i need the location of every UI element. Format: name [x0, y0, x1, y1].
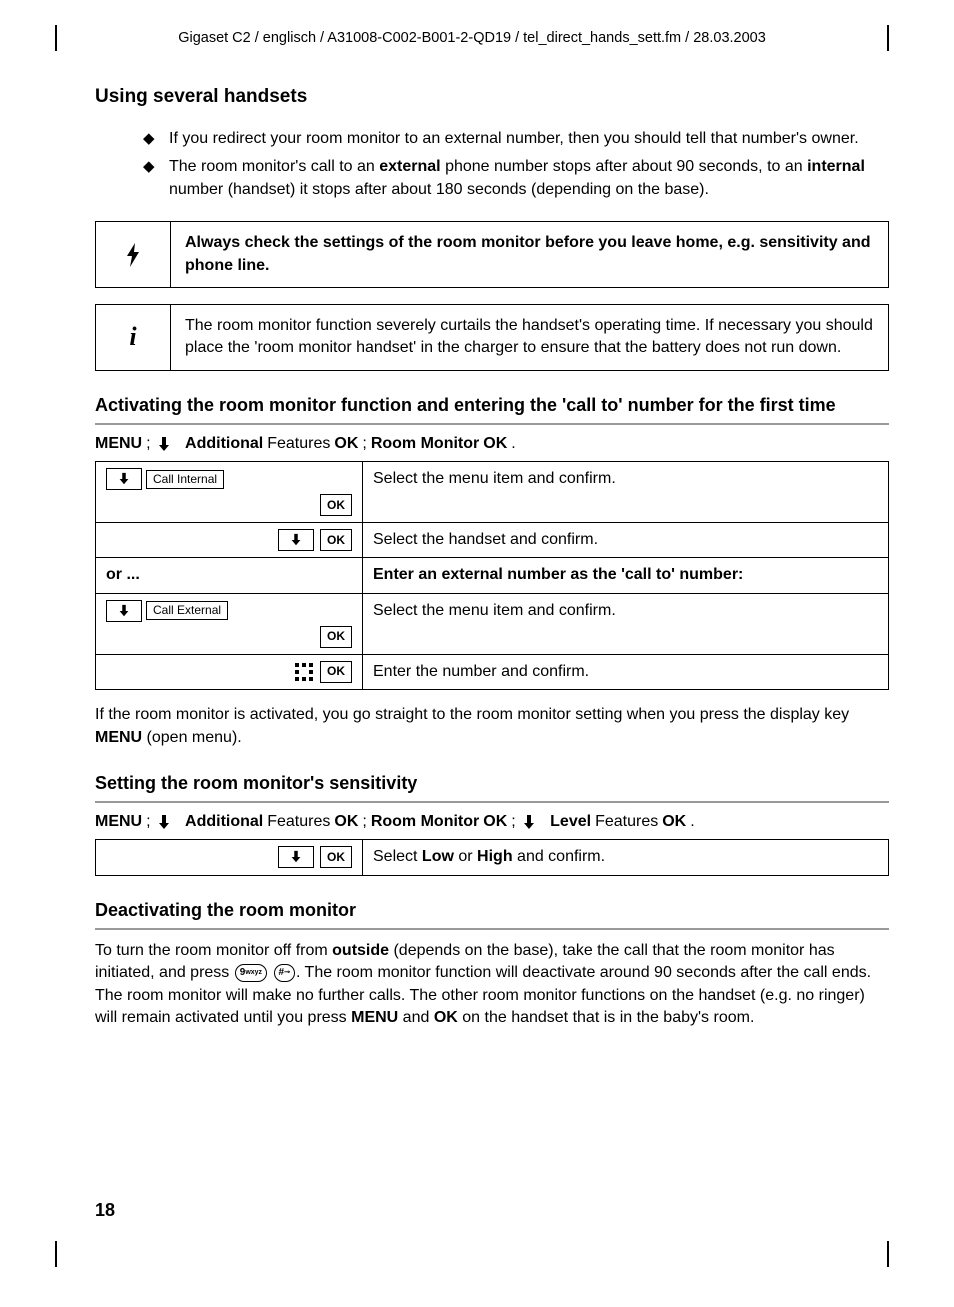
down-arrow-icon [157, 436, 171, 452]
or-label: or ... [96, 558, 363, 593]
divider [95, 423, 889, 425]
divider [95, 928, 889, 930]
keypad-icon [294, 662, 314, 682]
menu-path: MENU; Additional Features OK; Room Monit… [95, 813, 889, 831]
bullet-marker-icon: ◆ [143, 128, 169, 150]
down-key-icon [106, 468, 142, 490]
document-header: Gigaset C2 / englisch / A31008-C002-B001… [95, 30, 849, 46]
ok-key: OK [320, 626, 352, 648]
bullet-text: If you redirect your room monitor to an … [169, 128, 889, 150]
ok-key: OK [320, 494, 352, 516]
key-9-icon: 9wxyz [235, 964, 267, 982]
paragraph: If the room monitor is activated, you go… [95, 704, 889, 749]
instruction-text: Select the menu item and confirm. [363, 462, 889, 523]
subsection-heading: Deactivating the room monitor [95, 898, 889, 922]
info-box: i The room monitor function severely cur… [95, 304, 889, 371]
key-hash-icon: #⊸ [274, 964, 295, 982]
bullet-marker-icon: ◆ [143, 156, 169, 201]
procedure-table: Call Internal OK Select the menu item an… [95, 461, 889, 690]
lightning-icon [122, 241, 144, 269]
down-key-icon [106, 600, 142, 622]
ok-key: OK [320, 846, 352, 868]
instruction-text: Enter the number and confirm. [363, 654, 889, 689]
warning-box: Always check the settings of the room mo… [95, 221, 889, 288]
bullet-text: The room monitor's call to an external p… [169, 156, 889, 201]
subsection-heading: Activating the room monitor function and… [95, 393, 889, 417]
menu-path: MENU; Additional Features OK; Room Monit… [95, 435, 889, 453]
ok-key: OK [320, 661, 352, 683]
instruction-text: Select Low or High and confirm. [363, 840, 889, 875]
menu-item-label: Call Internal [146, 470, 224, 489]
instruction-text: Select the menu item and confirm. [363, 593, 889, 654]
divider [95, 801, 889, 803]
procedure-table: OK Select Low or High and confirm. [95, 839, 889, 875]
down-arrow-icon [522, 814, 536, 830]
instruction-text: Enter an external number as the 'call to… [363, 558, 889, 593]
page-number: 18 [95, 1200, 889, 1221]
down-key-icon [278, 846, 314, 868]
warning-text: Always check the settings of the room mo… [171, 222, 888, 287]
instruction-text: Select the handset and confirm. [363, 523, 889, 558]
paragraph: To turn the room monitor off from outsid… [95, 940, 889, 1030]
menu-item-label: Call External [146, 601, 228, 620]
subsection-heading: Setting the room monitor's sensitivity [95, 771, 889, 795]
section-heading: Using several handsets [95, 86, 889, 108]
info-icon: i [129, 322, 136, 352]
ok-key: OK [320, 529, 352, 551]
bullet-list: ◆ If you redirect your room monitor to a… [143, 128, 889, 201]
down-arrow-icon [157, 814, 171, 830]
info-text: The room monitor function severely curta… [171, 305, 888, 370]
down-key-icon [278, 529, 314, 551]
